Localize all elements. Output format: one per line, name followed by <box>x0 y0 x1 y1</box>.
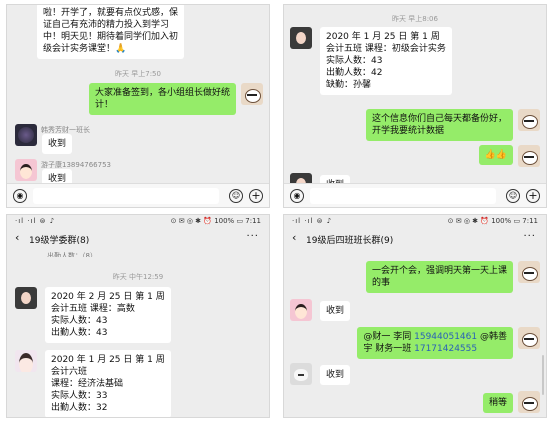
message-report-1[interactable]: 2020 年 2 月 25 日 第 1 周 会计五班 课程：高数 实际人数：43… <box>15 287 171 343</box>
more-icon[interactable]: ··· <box>523 231 536 242</box>
more-icon[interactable]: ··· <box>246 231 259 242</box>
status-bar: ·ıl ·ıl ⊜ ♪ ⊙ ✉ ◎ ✱ ⏰ 100% ▭ 7:11 <box>7 215 269 229</box>
self-avatar[interactable] <box>518 261 540 283</box>
signal-icons: ·ıl ·ıl ⊜ ♪ <box>292 217 333 225</box>
message-self-backup[interactable]: 这个信息你们自己每天都备份好， 开学我要统计数据 <box>365 109 540 141</box>
message-input[interactable] <box>33 188 219 204</box>
sender-avatar[interactable] <box>15 350 37 372</box>
mention-bubble[interactable]: @财一 李同 15944051461 @韩善 宇 财务一班 1717142455… <box>357 327 513 359</box>
sender-avatar[interactable] <box>15 159 37 181</box>
chat-title: 19级学委群(8) <box>29 236 90 246</box>
report-bubble[interactable]: 2020 年 1 月 25 日 第 1 周 会计六班 课程：经济法基础 实际人数… <box>45 350 171 417</box>
timestamp: 昨天 中午12:59 <box>112 273 164 281</box>
input-bar: ◉ ☺ + <box>284 183 546 207</box>
plus-icon[interactable]: + <box>526 189 540 203</box>
sender-avatar[interactable] <box>290 363 312 385</box>
sender-avatar[interactable] <box>290 299 312 321</box>
voice-icon[interactable]: ◉ <box>290 189 304 203</box>
sender-avatar[interactable] <box>290 27 312 49</box>
self-avatar[interactable] <box>518 109 540 131</box>
thumbs-bubble[interactable]: 👍👍 <box>478 145 513 165</box>
sender-avatar[interactable] <box>15 124 37 146</box>
reply-bubble[interactable]: 收到 <box>320 301 351 321</box>
status-right: ⊙ ✉ ◎ ✱ ⏰ 100% ▭ 7:11 <box>170 217 261 225</box>
chat-panel-3: ·ıl ·ıl ⊜ ♪ ⊙ ✉ ◎ ✱ ⏰ 100% ▭ 7:11 ‹ 19级学… <box>6 214 270 418</box>
plus-icon[interactable]: + <box>249 189 263 203</box>
report-bubble[interactable]: 2020 年 1 月 25 日 第 1 周 会计五班 课程：初级会计实务 实际人… <box>320 27 452 95</box>
wait-bubble[interactable]: 稍等 <box>482 393 513 413</box>
message-input[interactable] <box>310 188 496 204</box>
message-self-wait[interactable]: 稍等 <box>482 391 540 413</box>
message-report-2[interactable]: 2020 年 1 月 25 日 第 1 周 会计六班 课程：经济法基础 实际人数… <box>15 350 171 417</box>
timestamp: 昨天 早上8:06 <box>392 15 438 23</box>
reply-bubble[interactable]: 收到 <box>42 134 73 154</box>
backup-bubble[interactable]: 这个信息你们自己每天都备份好， 开学我要统计数据 <box>365 109 513 141</box>
message-reply-1[interactable]: 收到 <box>290 299 351 321</box>
chat-panel-1: 啦！开学了，就要有点仪式感，保 证自己有充沛的精力投入到学习 中！明天见！期待着… <box>6 4 270 208</box>
message-report[interactable]: 2020 年 1 月 25 日 第 1 周 会计五班 课程：初级会计实务 实际人… <box>290 27 452 95</box>
timestamp: 昨天 早上7:50 <box>115 70 161 78</box>
partial-message: 出勤人数：（8） <box>47 252 97 257</box>
back-icon[interactable]: ‹ <box>292 231 296 244</box>
chat-title: 19级后四班班长群(9) <box>306 236 394 246</box>
back-icon[interactable]: ‹ <box>15 231 19 244</box>
self-avatar[interactable] <box>518 391 540 413</box>
phone-link[interactable]: 15944051461 <box>414 332 477 342</box>
mention-text: @财一 李同 <box>363 332 415 342</box>
chat-header: ‹ 19级学委群(8) ··· <box>7 229 269 249</box>
sender-avatar[interactable] <box>15 287 37 309</box>
voice-icon[interactable]: ◉ <box>13 189 27 203</box>
signal-icons: ·ıl ·ıl ⊜ ♪ <box>15 217 56 225</box>
chat-panel-2: 昨天 早上8:06 2020 年 1 月 25 日 第 1 周 会计五班 课程：… <box>283 4 547 208</box>
message-reply-1[interactable]: 收到 <box>15 124 73 154</box>
status-bar: ·ıl ·ıl ⊜ ♪ ⊙ ✉ ◎ ✱ ⏰ 100% ▭ 7:11 <box>284 215 546 229</box>
message-self-meeting[interactable]: 一会开个会，强调明天第一天上课 的事 <box>365 261 540 293</box>
message-self-signin[interactable]: 大家准备签到，各小组组长做好统 计！ <box>88 83 263 115</box>
chat-panel-4: ·ıl ·ıl ⊜ ♪ ⊙ ✉ ◎ ✱ ⏰ 100% ▭ 7:11 ‹ 19级后… <box>283 214 547 418</box>
emoji-icon[interactable]: ☺ <box>229 189 243 203</box>
emoji-icon[interactable]: ☺ <box>506 189 520 203</box>
signin-bubble[interactable]: 大家准备签到，各小组组长做好统 计！ <box>88 83 236 115</box>
phone-link[interactable]: 17171424555 <box>414 344 477 354</box>
meeting-bubble[interactable]: 一会开个会，强调明天第一天上课 的事 <box>365 261 513 293</box>
self-avatar[interactable] <box>241 83 263 105</box>
message-self-thumbs[interactable]: 👍👍 <box>478 145 540 167</box>
input-bar: ◉ ☺ + <box>7 183 269 207</box>
message-self-mention[interactable]: @财一 李同 15944051461 @韩善 宇 财务一班 1717142455… <box>357 327 540 359</box>
status-right: ⊙ ✉ ◎ ✱ ⏰ 100% ▭ 7:11 <box>447 217 538 225</box>
message-announcement[interactable]: 啦！开学了，就要有点仪式感，保 证自己有充沛的精力投入到学习 中！明天见！期待着… <box>37 5 185 59</box>
scrollbar[interactable] <box>542 355 544 395</box>
announcement-bubble[interactable]: 啦！开学了，就要有点仪式感，保 证自己有充沛的精力投入到学习 中！明天见！期待着… <box>37 5 185 59</box>
self-avatar[interactable] <box>518 327 540 349</box>
self-avatar[interactable] <box>518 145 540 167</box>
message-reply-2[interactable]: 收到 <box>290 363 351 385</box>
report-bubble[interactable]: 2020 年 2 月 25 日 第 1 周 会计五班 课程：高数 实际人数：43… <box>45 287 171 343</box>
reply-bubble[interactable]: 收到 <box>320 365 351 385</box>
chat-header: ‹ 19级后四班班长群(9) ··· <box>284 229 546 249</box>
